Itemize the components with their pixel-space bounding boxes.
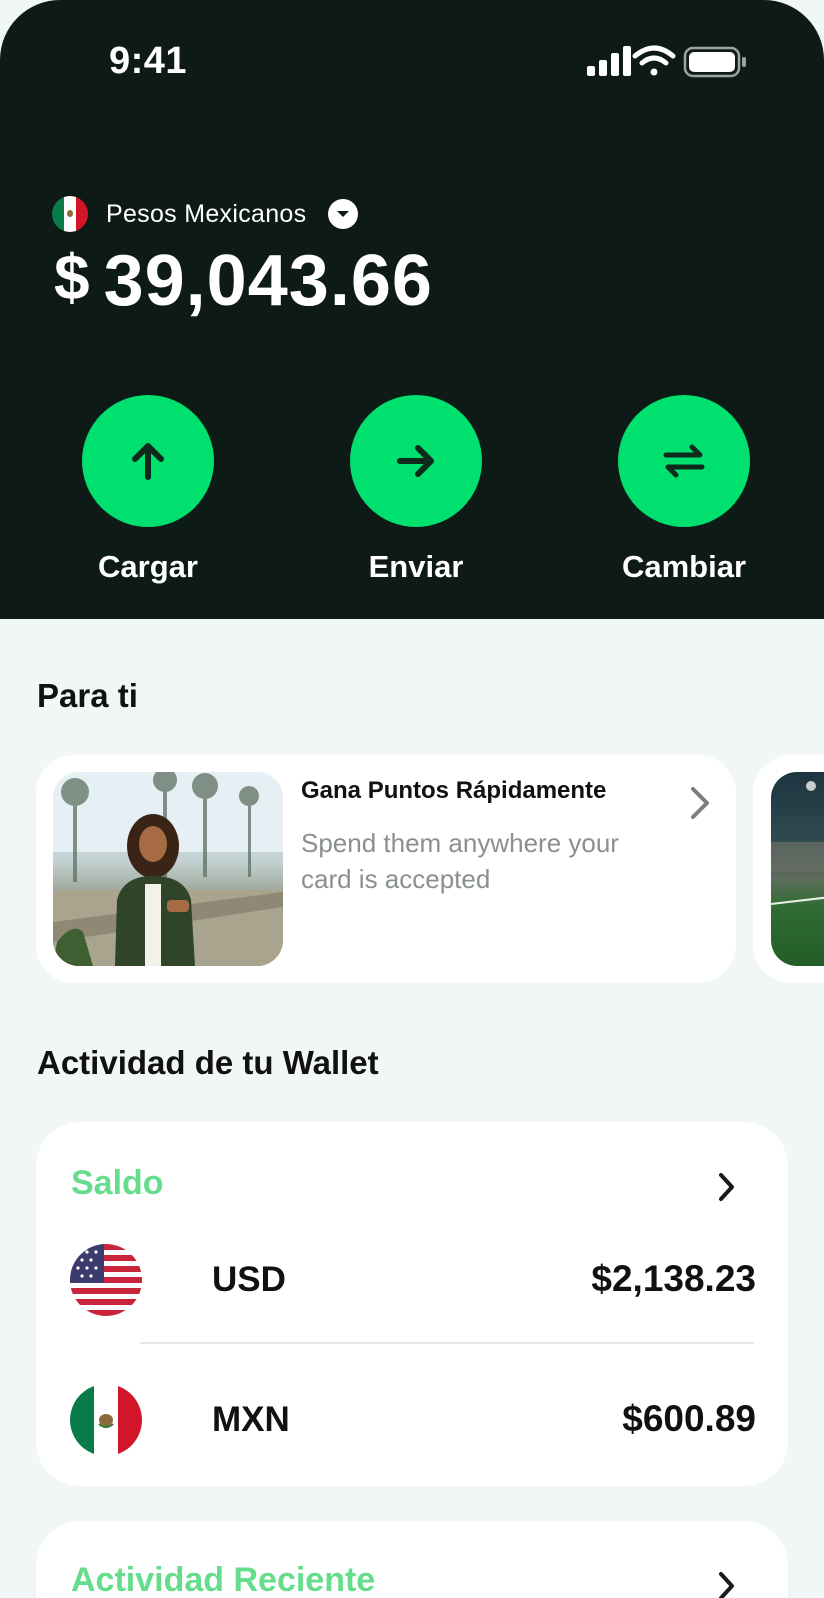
- mx-flag-icon: [70, 1384, 142, 1456]
- recent-activity-card[interactable]: Actividad Reciente: [36, 1521, 788, 1598]
- promo-title: Gana Puntos Rápidamente: [301, 777, 607, 804]
- enviar-label: Enviar: [368, 549, 464, 584]
- promo-image-next: [771, 772, 824, 966]
- currency-amount: $600.89: [622, 1398, 756, 1439]
- mx-flag-icon: [52, 196, 88, 232]
- currency-code: USD: [212, 1260, 286, 1299]
- balance-value: 39,043.66: [103, 241, 433, 321]
- battery-icon: [683, 46, 746, 78]
- saldo-heading: Saldo: [71, 1164, 164, 1202]
- currency-name: Pesos Mexicanos: [106, 199, 307, 228]
- currency-row-mxn[interactable]: MXN $600.89: [70, 1384, 790, 1456]
- currency-symbol: $: [54, 241, 90, 313]
- wifi-icon: [632, 45, 676, 76]
- chevron-right-icon[interactable]: [716, 1172, 738, 1202]
- status-time: 9:41: [109, 40, 188, 82]
- cambiar-button[interactable]: Cambiar: [617, 395, 751, 585]
- chevron-down-icon[interactable]: [328, 199, 359, 229]
- promo-card[interactable]: Gana Puntos Rápidamente Spend them anywh…: [36, 755, 736, 983]
- promo-card-next[interactable]: [753, 755, 824, 983]
- status-icons: [587, 45, 746, 78]
- row-divider: [140, 1342, 754, 1344]
- wallet-header: 9:41 Pesos Mexicanos $ 39,043.66 Cargar …: [0, 0, 824, 619]
- chevron-right-icon[interactable]: [716, 1571, 738, 1598]
- recent-activity-heading: Actividad Reciente: [71, 1561, 376, 1598]
- signal-icon: [587, 46, 631, 76]
- us-flag-icon: [70, 1244, 142, 1316]
- cargar-button[interactable]: Cargar: [81, 395, 215, 585]
- currency-amount: $2,138.23: [591, 1258, 756, 1299]
- currency-row-usd[interactable]: USD $2,138.23: [70, 1244, 790, 1316]
- enviar-button[interactable]: Enviar: [349, 395, 483, 585]
- currency-selector[interactable]: Pesos Mexicanos: [52, 196, 359, 232]
- swap-arrows-icon[interactable]: [618, 395, 750, 527]
- chevron-right-icon[interactable]: [688, 785, 712, 821]
- balance-card[interactable]: Saldo USD $2,138.23 MXN $600.89: [36, 1122, 788, 1486]
- phone-screen: 9:41 Pesos Mexicanos $ 39,043.66 Cargar …: [0, 0, 824, 1598]
- para-ti-title: Para ti: [37, 677, 138, 714]
- wallet-activity-title: Actividad de tu Wallet: [37, 1044, 379, 1081]
- arrow-right-icon[interactable]: [350, 395, 482, 527]
- cargar-label: Cargar: [98, 549, 198, 584]
- balance-amount: $ 39,043.66: [54, 240, 433, 322]
- currency-code: MXN: [212, 1400, 290, 1439]
- promo-description: Spend them anywhere your card is accepte…: [301, 828, 619, 894]
- promo-image: [53, 772, 283, 966]
- cambiar-label: Cambiar: [621, 549, 747, 584]
- arrow-up-icon[interactable]: [82, 395, 214, 527]
